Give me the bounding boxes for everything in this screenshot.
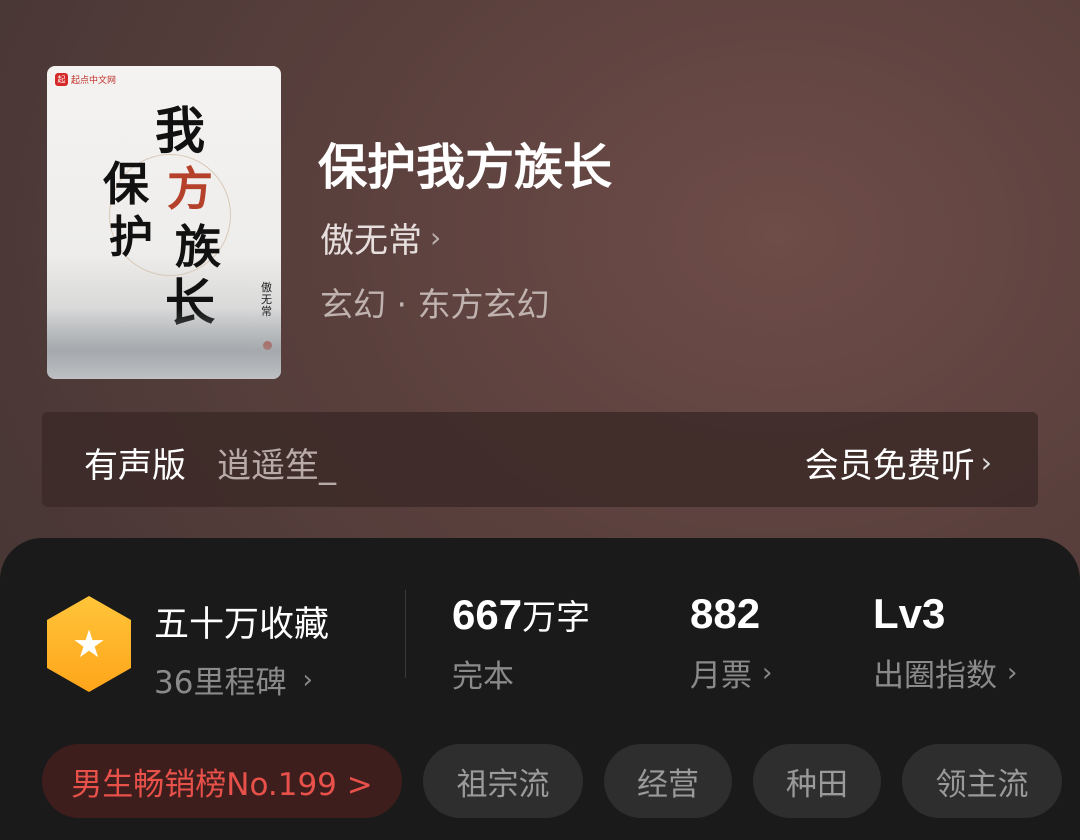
star-icon: ★ bbox=[71, 622, 107, 666]
author-name: 傲无常 bbox=[320, 221, 422, 261]
free-listen-button[interactable]: 会员免费听 › bbox=[805, 438, 992, 487]
cover-char: 护 bbox=[109, 212, 153, 263]
cover-char: 我 bbox=[155, 101, 205, 160]
tag-management[interactable]: 经营 bbox=[604, 744, 732, 818]
completion-status: 完本 bbox=[452, 659, 514, 695]
milestone-label: 36里程碑 bbox=[154, 665, 287, 701]
genre-label: 玄幻 · 东方玄幻 bbox=[320, 285, 550, 324]
monthly-votes-stat[interactable]: 882 月票 › bbox=[690, 590, 772, 695]
book-cover[interactable]: 起 起点中文网 我 保 护 方 族 长 傲无常 bbox=[47, 66, 281, 379]
publisher-name: 起点中文网 bbox=[71, 76, 117, 86]
milestone-badge[interactable]: ★ bbox=[47, 596, 131, 692]
milestone-link[interactable]: 36里程碑 › bbox=[154, 657, 329, 702]
word-count-value: 667 bbox=[452, 591, 523, 638]
cover-char: 保 bbox=[103, 157, 149, 211]
monthly-votes-value: 882 bbox=[690, 590, 761, 637]
chevron-right-icon: › bbox=[980, 446, 992, 479]
audio-version-bar[interactable]: 有声版 逍遥笙_ 会员免费听 › bbox=[42, 412, 1038, 507]
cover-char: 族 bbox=[175, 220, 221, 274]
chevron-right-icon: › bbox=[430, 221, 442, 254]
chevron-right-icon: › bbox=[1007, 657, 1018, 688]
stats-panel: ★ 五十万收藏 36里程碑 › 667万字 完本 882 月票 › Lv3 出圈… bbox=[0, 538, 1080, 840]
cover-char: 方 bbox=[167, 162, 213, 216]
influence-stat[interactable]: Lv3 出圈指数 › bbox=[873, 590, 1017, 695]
influence-value: Lv3 bbox=[873, 590, 946, 637]
audio-label: 有声版 bbox=[84, 446, 186, 486]
chevron-right-icon: › bbox=[762, 657, 773, 688]
favorites-stat[interactable]: 五十万收藏 36里程碑 › bbox=[154, 596, 329, 702]
publisher-logo-icon: 起 bbox=[55, 73, 68, 86]
tag-farming[interactable]: 种田 bbox=[753, 744, 881, 818]
author-link[interactable]: 傲无常 › bbox=[320, 213, 441, 262]
word-count-stat: 667万字 完本 bbox=[452, 590, 590, 696]
tag-lord-flow[interactable]: 领主流 bbox=[902, 744, 1062, 818]
chevron-right-icon: › bbox=[302, 664, 313, 695]
narrator-name: 逍遥笙_ bbox=[217, 446, 336, 486]
monthly-votes-label: 月票 bbox=[690, 658, 752, 694]
free-listen-label: 会员免费听 bbox=[804, 446, 975, 486]
publisher-badge: 起 起点中文网 bbox=[55, 73, 116, 86]
favorites-title: 五十万收藏 bbox=[154, 605, 330, 645]
cover-mountains bbox=[47, 309, 281, 379]
divider bbox=[405, 590, 406, 678]
bestseller-rank-tag[interactable]: 男生畅销榜No.199 > bbox=[42, 744, 402, 818]
word-count-unit: 万字 bbox=[522, 598, 591, 638]
book-title: 保护我方族长 bbox=[318, 138, 613, 196]
influence-label: 出圈指数 bbox=[873, 658, 997, 694]
tag-ancestor-flow[interactable]: 祖宗流 bbox=[423, 744, 583, 818]
